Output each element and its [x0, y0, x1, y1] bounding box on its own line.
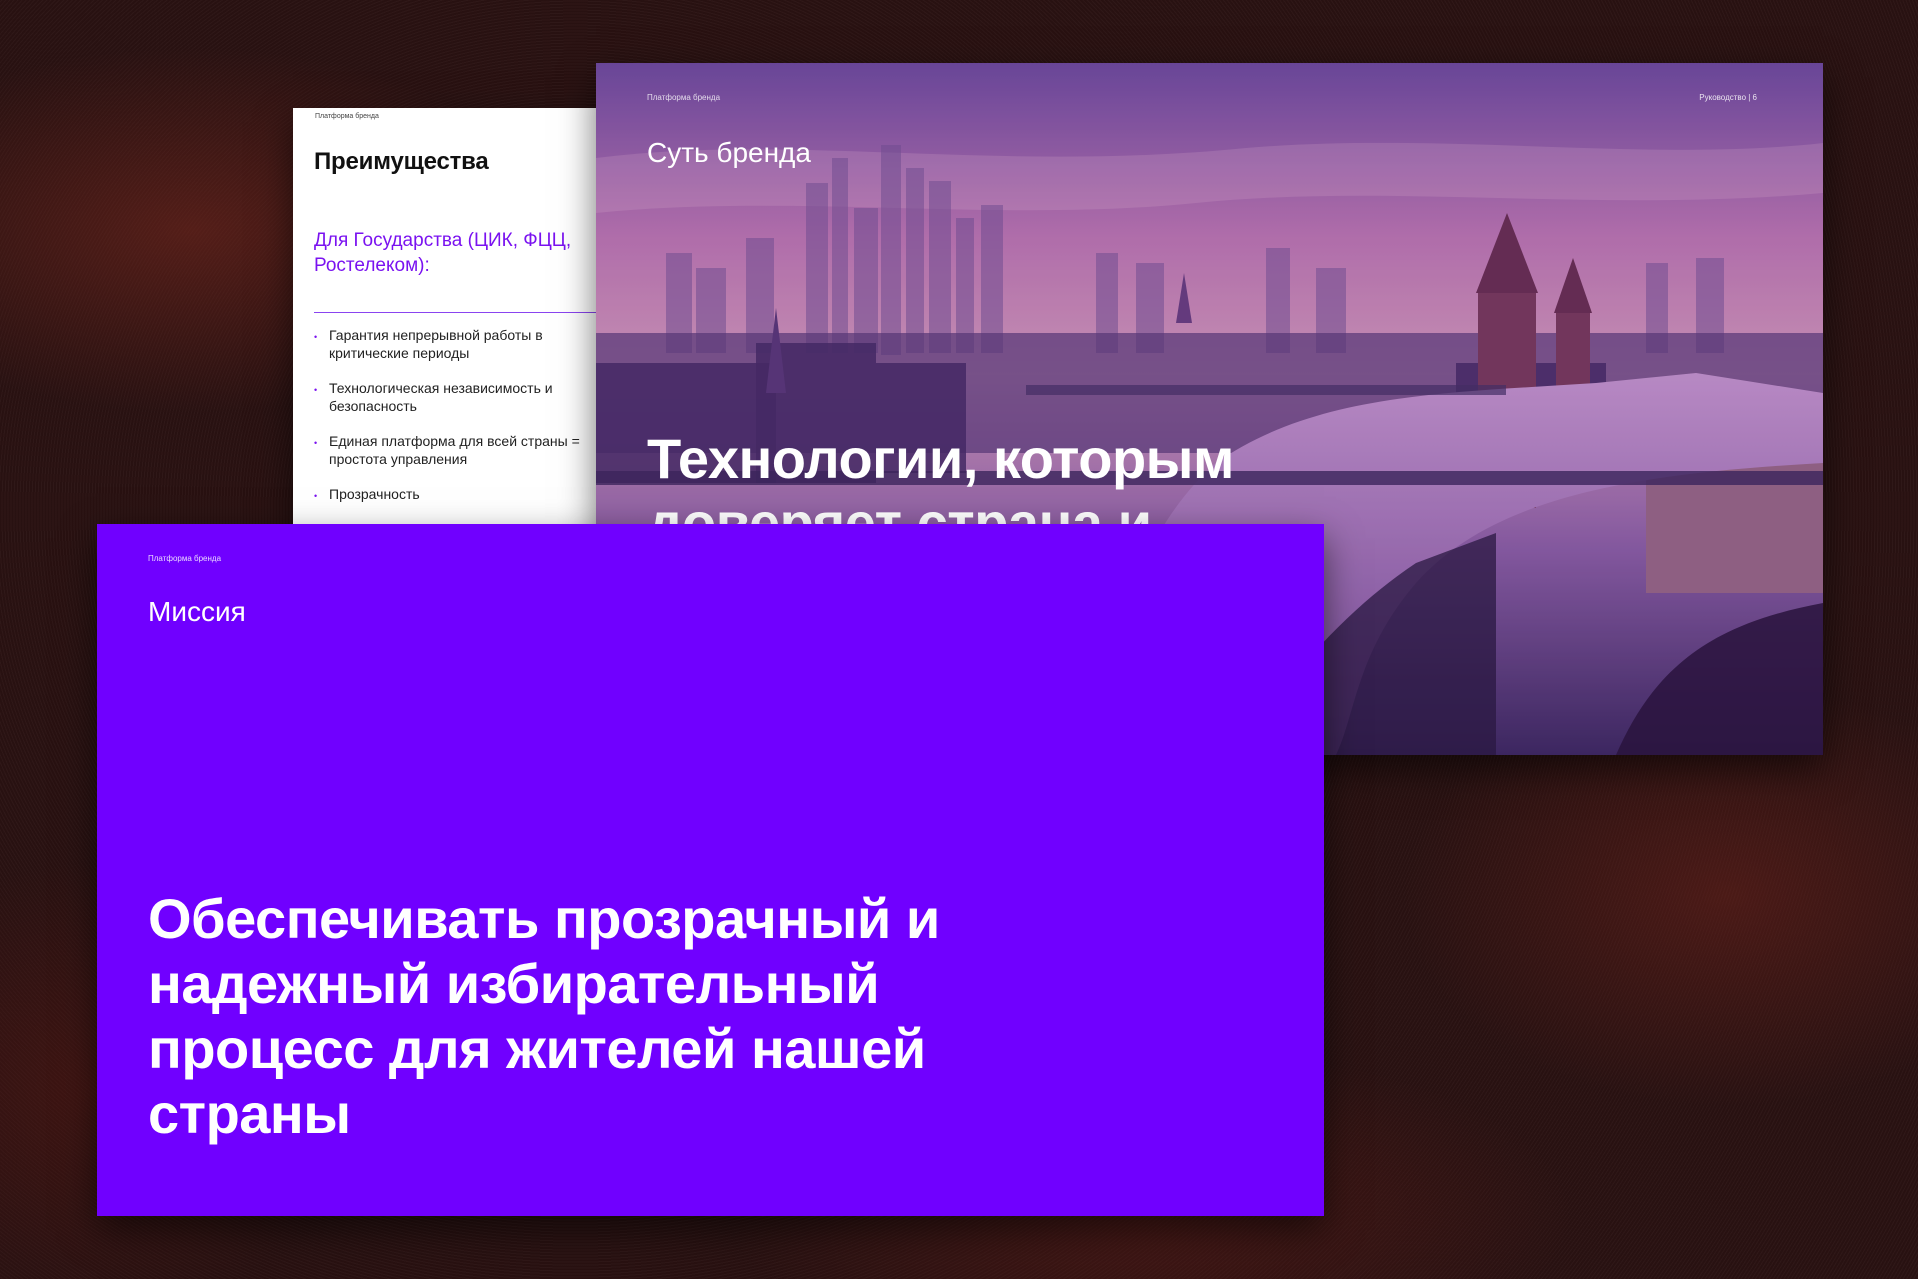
bullet-icon: •	[314, 438, 318, 448]
list-item-text: Гарантия непрерывной работы в критически…	[329, 327, 543, 361]
slide-subtitle: Для Государства (ЦИК, ФЦЦ, Ростелеком):	[314, 230, 572, 276]
bullet-icon: •	[314, 332, 318, 342]
list-item: • Гарантия непрерывной работы в критическ…	[314, 326, 594, 362]
advantages-list: • Гарантия непрерывной работы в критическ…	[314, 326, 594, 520]
list-item: • Технологическая независимость и безопас…	[314, 379, 594, 415]
list-item: • Прозрачность	[314, 485, 594, 503]
slide-tag: Платформа бренда	[315, 113, 379, 120]
guide-page-label: Руководство | 6	[1699, 93, 1757, 102]
slide-title: Миссия	[148, 596, 246, 627]
list-item-text: Технологическая независимость и безопасн…	[329, 380, 553, 414]
divider	[314, 312, 613, 313]
bullet-icon: •	[314, 385, 318, 395]
bullet-icon: •	[314, 491, 318, 501]
slide-headline: Обеспечивать прозрачный и надежный избир…	[148, 887, 940, 1145]
list-item-text: Прозрачность	[329, 486, 420, 502]
slide-title: Суть бренда	[647, 137, 811, 168]
list-item: • Единая платформа для всей страны = прос…	[314, 432, 594, 468]
slide-advantages: Платформа бренда Преимущества Для Госуда…	[293, 108, 613, 538]
slide-mission: Платформа бренда Миссия Обеспечивать про…	[97, 524, 1324, 1216]
list-item-text: Единая платформа для всей страны = прост…	[329, 433, 580, 467]
slide-title: Преимущества	[314, 148, 489, 175]
slide-tag: Платформа бренда	[148, 554, 222, 563]
slide-tag: Платформа бренда	[647, 93, 721, 102]
